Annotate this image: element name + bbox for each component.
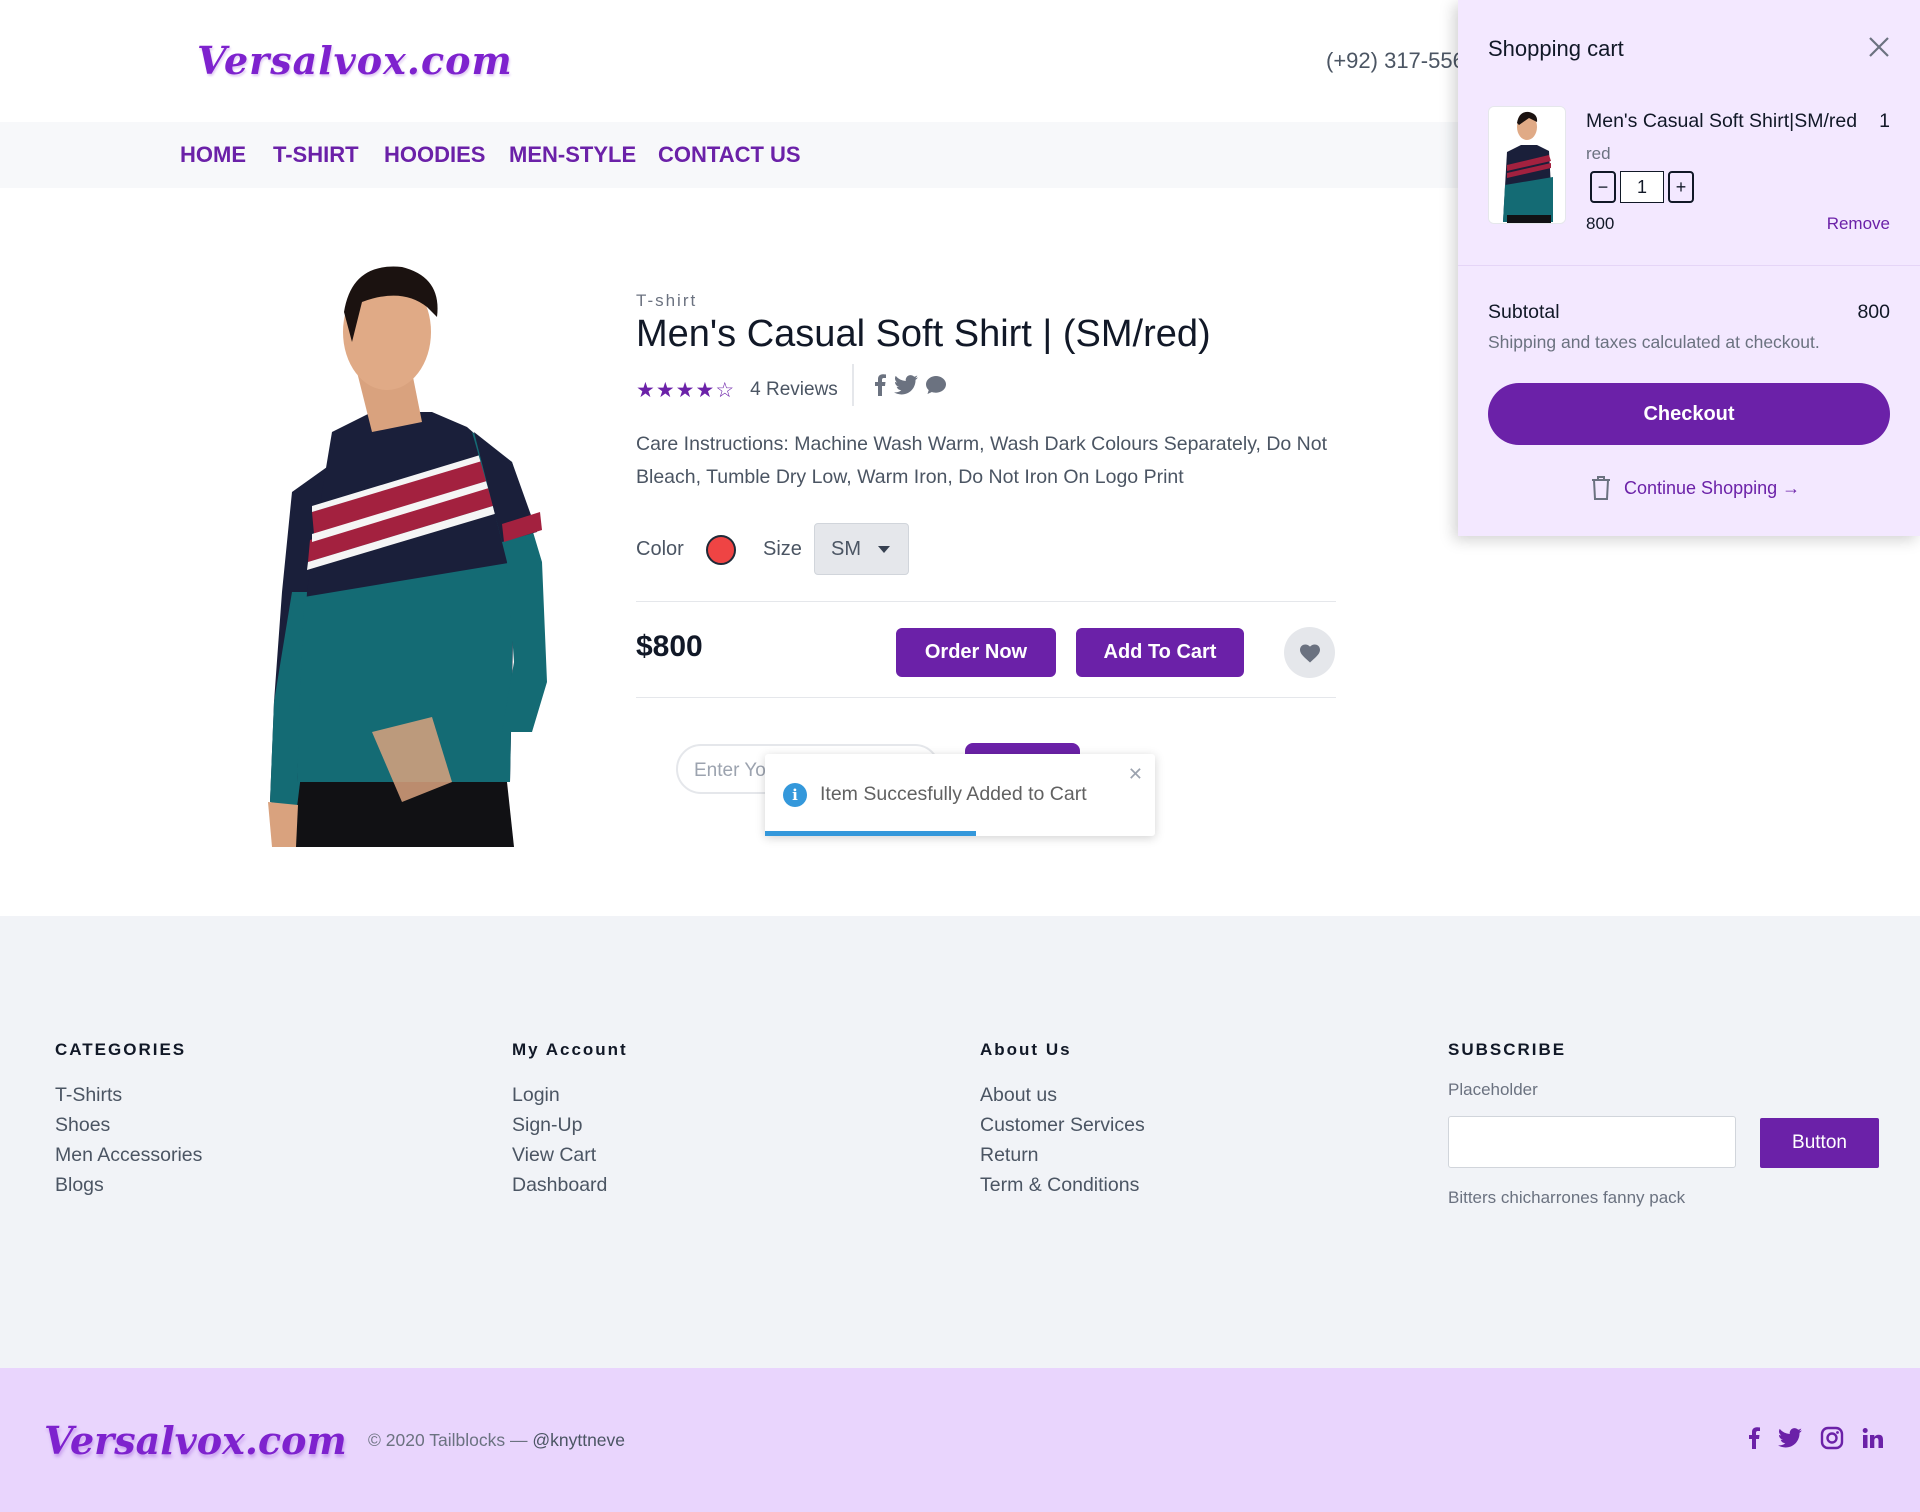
footer-link[interactable]: View Cart [512, 1140, 628, 1170]
copyright: © 2020 Tailblocks — @knyttneve [368, 1430, 625, 1451]
footer-subscribe: SUBSCRIBE Placeholder Button Bitters chi… [1448, 1040, 1888, 1220]
copyright-text: © 2020 Tailblocks — [368, 1430, 528, 1450]
cart-item-price: 800 [1586, 214, 1615, 233]
footer-heading: My Account [512, 1040, 628, 1059]
footer-link[interactable]: Shoes [55, 1110, 202, 1140]
site-footer: CATEGORIES T-Shirts Shoes Men Accessorie… [0, 916, 1920, 1368]
subscribe-email-input[interactable] [1448, 1116, 1736, 1168]
shopping-cart-panel: Shopping cart Men's Casual Soft Shirt|SM… [1458, 0, 1920, 536]
subtotal-label: Subtotal [1488, 301, 1560, 323]
close-icon[interactable]: ✕ [1128, 764, 1143, 785]
remove-item-button[interactable]: Remove [1827, 214, 1890, 234]
product-category: T-shirt [636, 291, 698, 310]
footer-link[interactable]: Sign-Up [512, 1110, 628, 1140]
footer-link[interactable]: Blogs [55, 1170, 202, 1200]
add-to-cart-button[interactable]: Add To Cart [1076, 628, 1244, 677]
phone-number: (+92) 317-556 [1326, 48, 1465, 73]
author-handle-link[interactable]: @knyttneve [532, 1430, 625, 1450]
continue-shopping-link[interactable]: Continue Shopping → [1590, 475, 1800, 501]
toast-notification: i Item Succesfully Added to Cart ✕ [765, 754, 1155, 836]
wishlist-button[interactable] [1284, 627, 1335, 678]
divider [636, 601, 1336, 602]
footer-heading: About Us [980, 1040, 1072, 1059]
product-title: Men's Casual Soft Shirt | (SM/red) [636, 313, 1211, 355]
twitter-icon[interactable] [1778, 1428, 1802, 1448]
footer-link[interactable]: Login [512, 1080, 628, 1110]
facebook-icon[interactable] [874, 374, 886, 396]
size-selected-value: SM [831, 538, 861, 560]
footer-link[interactable]: Customer Services [980, 1110, 1145, 1140]
social-links [1748, 1426, 1884, 1450]
cart-item-name[interactable]: Men's Casual Soft Shirt|SM/red [1586, 110, 1857, 133]
toast-message: Item Succesfully Added to Cart [820, 783, 1087, 805]
cart-title: Shopping cart [1488, 36, 1624, 61]
divider [636, 697, 1336, 698]
product-price: $800 [636, 630, 703, 663]
subscribe-label: Placeholder [1448, 1080, 1538, 1099]
cart-item-thumbnail [1488, 106, 1566, 224]
star-filled-icon: ★ [695, 378, 715, 402]
subscribe-note: Bitters chicharrones fanny pack [1448, 1188, 1686, 1207]
subscribe-button[interactable]: Button [1760, 1118, 1879, 1168]
footer-column-about-us: About Us About us Customer Services Retu… [980, 1040, 1145, 1200]
footer-column-my-account: My Account Login Sign-Up View Cart Dashb… [512, 1040, 628, 1200]
nav-contact-us[interactable]: CONTACT US [658, 142, 801, 168]
footer-link[interactable]: T-Shirts [55, 1080, 202, 1110]
star-filled-icon: ★ [636, 378, 655, 402]
instagram-icon[interactable] [1820, 1426, 1844, 1450]
star-rating: ★ ★ ★ ★ ☆ [636, 380, 734, 401]
info-icon: i [783, 783, 807, 807]
shipping-note: Shipping and taxes calculated at checkou… [1488, 332, 1820, 352]
subtotal-value: 800 [1857, 301, 1890, 323]
chat-icon[interactable] [926, 375, 946, 395]
increase-quantity-button[interactable]: + [1668, 171, 1694, 203]
heart-icon [1299, 644, 1320, 662]
review-count[interactable]: 4 Reviews [750, 379, 838, 401]
linkedin-icon[interactable] [1862, 1427, 1884, 1449]
continue-shopping-text: Continue Shopping → [1624, 477, 1801, 498]
checkout-button[interactable]: Checkout [1488, 383, 1890, 445]
size-select[interactable]: SM [814, 523, 909, 575]
footer-column-categories: CATEGORIES T-Shirts Shoes Men Accessorie… [55, 1040, 202, 1200]
close-icon[interactable] [1866, 34, 1892, 60]
footer-link[interactable]: Men Accessories [55, 1140, 202, 1170]
trash-icon [1592, 476, 1610, 500]
chevron-down-icon [878, 546, 890, 553]
footer-heading: SUBSCRIBE [1448, 1040, 1567, 1059]
rating-divider [852, 364, 854, 406]
facebook-icon[interactable] [1748, 1427, 1760, 1449]
order-now-button[interactable]: Order Now [896, 628, 1056, 677]
footer-link[interactable]: About us [980, 1080, 1145, 1110]
product-description: Care Instructions: Machine Wash Warm, Wa… [636, 433, 1328, 488]
nav-tshirt[interactable]: T-SHIRT [273, 142, 359, 168]
star-empty-icon: ☆ [715, 378, 735, 402]
nav-men-style[interactable]: MEN-STYLE [509, 142, 636, 168]
star-filled-icon: ★ [675, 378, 695, 402]
cart-item-variant: red [1586, 144, 1611, 163]
footer-heading: CATEGORIES [55, 1040, 187, 1059]
rating-row: ★ ★ ★ ★ ☆ 4 Reviews [636, 370, 838, 410]
size-label: Size [763, 538, 802, 560]
footer-link[interactable]: Dashboard [512, 1170, 628, 1200]
footer-bottom-bar: Versalvox.com © 2020 Tailblocks — @knytt… [0, 1368, 1920, 1512]
footer-logo[interactable]: Versalvox.com [44, 1418, 347, 1463]
footer-link[interactable]: Term & Conditions [980, 1170, 1145, 1200]
nav-hoodies[interactable]: HOODIES [384, 142, 485, 168]
color-label: Color [636, 538, 684, 560]
decrease-quantity-button[interactable]: − [1590, 171, 1616, 203]
site-logo[interactable]: Versalvox.com [197, 38, 513, 83]
toast-progress-bar [765, 831, 976, 836]
star-filled-icon: ★ [655, 378, 675, 402]
cart-item-quantity-label: 1 [1879, 110, 1890, 132]
divider [1458, 265, 1920, 266]
color-swatch-red[interactable] [706, 535, 736, 565]
quantity-field[interactable]: 1 [1620, 171, 1664, 203]
nav-home[interactable]: HOME [180, 142, 246, 168]
quantity-stepper: − 1 + [1590, 170, 1694, 204]
product-options: Color Size SM [636, 523, 1336, 575]
twitter-icon[interactable] [894, 375, 918, 395]
share-icons [874, 374, 946, 396]
footer-link[interactable]: Return [980, 1140, 1145, 1170]
product-image [252, 262, 552, 847]
